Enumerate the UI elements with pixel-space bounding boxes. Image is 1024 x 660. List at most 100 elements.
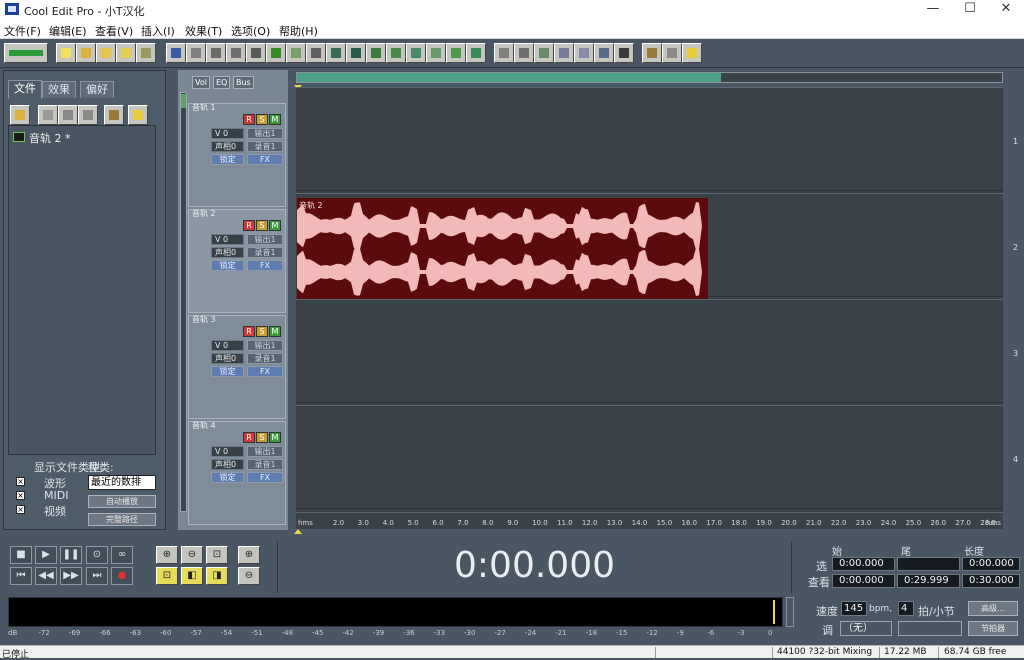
cd-icon[interactable] <box>662 43 682 63</box>
track-control[interactable]: 音轨 3 RSM V 0 输出1 声相0 录音1 锁定 FX <box>188 315 286 419</box>
envelope-icon[interactable] <box>246 43 266 63</box>
close-file-icon[interactable] <box>38 105 58 125</box>
menu-view[interactable]: 查看(V) <box>95 23 133 39</box>
track-lane[interactable] <box>296 299 1003 403</box>
overview-visible-range[interactable] <box>297 73 721 82</box>
tab-eq[interactable]: EQ <box>213 76 231 89</box>
volume-field[interactable]: V 0 <box>211 128 244 139</box>
tab-files[interactable]: 文件 <box>8 80 42 99</box>
switch-view-icon[interactable] <box>4 43 48 63</box>
undo-icon[interactable] <box>166 43 186 63</box>
menu-options[interactable]: 选项(O) <box>231 23 270 39</box>
options-icon[interactable] <box>104 105 124 125</box>
menu-file[interactable]: 文件(F) <box>4 23 41 39</box>
pan-field[interactable]: 声相0 <box>211 247 244 258</box>
view-length[interactable]: 0:30.000 <box>962 574 1020 588</box>
forward-button[interactable]: ▶▶ <box>60 567 82 585</box>
type-wave-checkbox[interactable]: × <box>16 477 25 486</box>
zoom-in-vertical-icon[interactable]: ⊕ <box>238 546 260 564</box>
mix-icon[interactable] <box>206 43 226 63</box>
rewind-button[interactable]: ◀◀ <box>35 567 57 585</box>
selection-begin[interactable]: 0:00.000 <box>832 557 895 571</box>
bpm-field[interactable]: 145 <box>841 601 867 616</box>
new-file-icon[interactable] <box>56 43 76 63</box>
metronome-button[interactable]: 节拍器 <box>968 621 1018 636</box>
lock-button[interactable]: 锁定 <box>211 154 244 165</box>
record-arm-button[interactable]: R <box>243 432 255 443</box>
open-folder-icon[interactable] <box>10 105 30 125</box>
audio-clip[interactable]: 音轨 2 <box>297 198 708 299</box>
save-all-icon[interactable] <box>136 43 156 63</box>
mixdown-icon[interactable] <box>326 43 346 63</box>
loop-icon[interactable] <box>594 43 614 63</box>
solo-button[interactable]: S <box>256 432 268 443</box>
menu-effects[interactable]: 效果(T) <box>185 23 222 39</box>
play-insert-icon[interactable] <box>266 43 286 63</box>
loop-button[interactable]: ∞ <box>111 546 133 564</box>
pause-button[interactable]: ❚❚ <box>60 546 82 564</box>
mute-button[interactable]: M <box>269 114 281 125</box>
record-arm-button[interactable]: R <box>243 326 255 337</box>
move-icon[interactable] <box>406 43 426 63</box>
close-button[interactable]: ✕ <box>988 0 1024 20</box>
record-device-button[interactable]: 录音1 <box>247 247 283 258</box>
minimize-button[interactable]: — <box>915 0 951 20</box>
menu-edit[interactable]: 编辑(E) <box>49 23 87 39</box>
wave-mix-icon[interactable] <box>286 43 306 63</box>
fx-envelope-icon[interactable] <box>554 43 574 63</box>
output-button[interactable]: 输出1 <box>247 446 283 457</box>
record-device-button[interactable]: 录音1 <box>247 353 283 364</box>
output-button[interactable]: 输出1 <box>247 234 283 245</box>
volume-field[interactable]: V 0 <box>211 446 244 457</box>
pan-field[interactable]: 声相0 <box>211 141 244 152</box>
lock-button[interactable]: 锁定 <box>211 260 244 271</box>
menu-help[interactable]: 帮助(H) <box>279 23 318 39</box>
time-ruler[interactable]: hms 2.0 3.0 4.0 5.0 6.0 7.0 8.0 9.0 10.0 11.0 12.0 1… <box>296 512 1003 529</box>
pan-icon[interactable] <box>514 43 534 63</box>
snap-icon[interactable] <box>366 43 386 63</box>
track-lane[interactable] <box>296 405 1003 509</box>
volume-field[interactable]: V 0 <box>211 340 244 351</box>
envelope-edit-icon[interactable] <box>446 43 466 63</box>
track-control[interactable]: 音轨 1 RSM V 0 输出1 声相0 录音1 锁定 FX <box>188 103 286 207</box>
track-scrollbar[interactable] <box>180 92 187 512</box>
auto-play-button[interactable]: 自动播放 <box>88 495 156 508</box>
output-button[interactable]: 输出1 <box>247 128 283 139</box>
play-button[interactable]: ▶ <box>35 546 57 564</box>
fx-button[interactable]: FX <box>247 472 283 483</box>
fx-button[interactable]: FX <box>247 154 283 165</box>
zoom-selection-icon[interactable]: ⊡ <box>156 567 178 585</box>
record-button[interactable]: ● <box>111 567 133 585</box>
pan-field[interactable]: 声相0 <box>211 459 244 470</box>
advanced-button[interactable]: 高级... <box>968 601 1018 616</box>
marker-icon[interactable] <box>614 43 634 63</box>
lock-button[interactable]: 锁定 <box>211 366 244 377</box>
output-button[interactable]: 输出1 <box>247 340 283 351</box>
bpm-icon[interactable] <box>574 43 594 63</box>
zoom-left-icon[interactable]: ◧ <box>181 567 203 585</box>
mute-button[interactable]: M <box>269 326 281 337</box>
settings-icon[interactable] <box>642 43 662 63</box>
mute-button[interactable]: M <box>269 220 281 231</box>
play-to-end-button[interactable]: ⊙ <box>86 546 108 564</box>
open-file-icon[interactable] <box>76 43 96 63</box>
record-arm-button[interactable]: R <box>243 114 255 125</box>
go-start-button[interactable]: ⏮ <box>10 567 32 585</box>
zoom-out-vertical-icon[interactable]: ⊖ <box>238 567 260 585</box>
wet-icon[interactable] <box>534 43 554 63</box>
solo-button[interactable]: S <box>256 220 268 231</box>
zoom-in-icon[interactable]: ⊕ <box>156 546 178 564</box>
view-begin[interactable]: 0:00.000 <box>832 574 895 588</box>
lock-button[interactable]: 锁定 <box>211 472 244 483</box>
tab-vol[interactable]: Vol <box>192 76 210 89</box>
insert-icon[interactable] <box>58 105 78 125</box>
record-arm-button[interactable]: R <box>243 220 255 231</box>
selection-length[interactable]: 0:00.000 <box>962 557 1020 571</box>
maximize-button[interactable]: ☐ <box>952 0 988 20</box>
track-sync-icon[interactable] <box>466 43 486 63</box>
hybrid-icon[interactable] <box>426 43 446 63</box>
grid-icon[interactable] <box>186 43 206 63</box>
save-icon[interactable] <box>116 43 136 63</box>
full-path-button[interactable]: 完整路径 <box>88 513 156 526</box>
help-icon[interactable] <box>682 43 702 63</box>
